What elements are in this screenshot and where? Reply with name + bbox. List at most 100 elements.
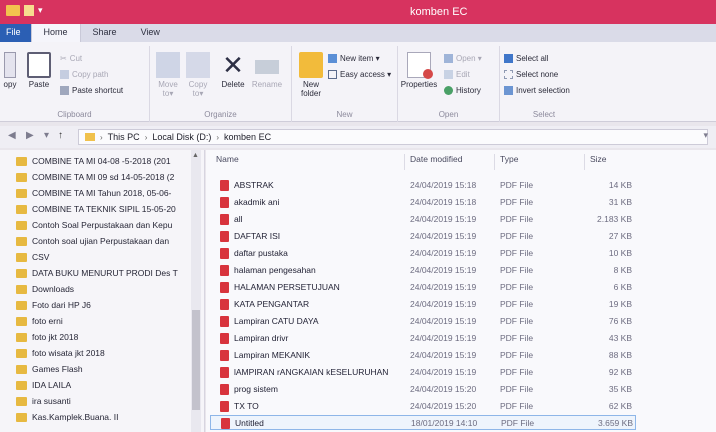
invert-selection-button[interactable]: Invert selection (504, 86, 570, 95)
column-divider[interactable] (584, 154, 585, 170)
copy-to-button[interactable]: Copy to▾ (184, 52, 212, 98)
new-folder-button[interactable]: New folder (296, 52, 326, 98)
file-type: PDF File (500, 367, 534, 377)
tab-view[interactable]: View (129, 24, 172, 42)
folder-icon (16, 204, 27, 214)
paste-shortcut-button[interactable]: Paste shortcut (60, 86, 123, 95)
breadcrumb-komben-ec[interactable]: komben EC (224, 132, 271, 142)
file-row[interactable]: TX TO 24/04/2019 15:20 PDF File 62 KB (210, 399, 636, 414)
new-item-button[interactable]: New item ▾ (328, 54, 380, 63)
address-bar[interactable]: › This PC › Local Disk (D:) › komben EC (78, 129, 708, 145)
file-row[interactable]: all 24/04/2019 15:19 PDF File 2.183 KB (210, 212, 636, 227)
file-name: Lampiran MEKANIK (234, 350, 311, 360)
copy-button[interactable]: opy (2, 52, 18, 89)
column-divider[interactable] (404, 154, 405, 170)
scrollbar-thumb[interactable] (192, 310, 200, 410)
nav-item[interactable]: IDA LAILA (16, 377, 71, 393)
chevron-up-icon[interactable]: ▲ (192, 152, 199, 159)
nav-item-label: foto jkt 2018 (32, 332, 79, 342)
nav-item[interactable]: ira susanti (16, 393, 71, 409)
nav-item[interactable]: foto erni (16, 313, 63, 329)
nav-item[interactable]: COMBINE TA MI 04-08 -5-2018 (201 (16, 153, 171, 169)
breadcrumb-this-pc[interactable]: This PC (108, 132, 140, 142)
folder-icon (85, 133, 95, 141)
file-date: 24/04/2019 15:19 (410, 316, 477, 326)
file-row[interactable]: ABSTRAK 24/04/2019 15:18 PDF File 14 KB (210, 178, 636, 193)
forward-icon[interactable]: ▶ (26, 130, 34, 141)
nav-item-label: CSV (32, 252, 50, 262)
nav-item[interactable]: Kas.Kamplek.Buana. II (16, 409, 118, 425)
nav-scrollbar[interactable]: ▲ (191, 150, 201, 432)
copy-icon (4, 52, 16, 78)
pdf-file-icon (220, 265, 229, 276)
organize-group: Move to▾ Copy to▾ ✕ Delete Rename Organi… (150, 46, 292, 122)
column-header-date[interactable]: Date modified (410, 154, 462, 172)
file-row[interactable]: HALAMAN PERSETUJUAN 24/04/2019 15:19 PDF F… (210, 280, 636, 295)
file-size: 35 KB (608, 384, 632, 394)
breadcrumb-local-disk[interactable]: Local Disk (D:) (152, 132, 211, 142)
nav-item[interactable]: COMBINE TA MI Tahun 2018, 05-06- (16, 185, 171, 201)
nav-item[interactable]: Contoh Soal Perpustakaan dan Kepu (16, 217, 172, 233)
column-divider[interactable] (494, 154, 495, 170)
cut-button[interactable]: ✂ Cut (60, 54, 82, 63)
column-header-size[interactable]: Size (590, 154, 607, 172)
properties-button[interactable]: Properties (400, 52, 438, 89)
nav-item[interactable]: CSV (16, 249, 49, 265)
back-icon[interactable]: ◀ (8, 130, 16, 141)
up-icon[interactable]: ↑ (58, 130, 63, 141)
file-row[interactable]: akadmik ani 24/04/2019 15:18 PDF File 31 KB (210, 195, 636, 210)
file-row[interactable]: DAFTAR ISI 24/04/2019 15:19 PDF File 27 KB (210, 229, 636, 244)
file-date: 24/04/2019 15:19 (410, 231, 477, 241)
file-row[interactable]: lAMPIRAN rANGKAIAN kESELURUHAN 24/04/2019… (210, 365, 636, 380)
easy-access-icon (328, 70, 337, 79)
delete-icon: ✕ (222, 50, 244, 80)
file-type: PDF File (500, 384, 534, 394)
rename-button[interactable]: Rename (250, 52, 284, 89)
file-date: 24/04/2019 15:18 (410, 180, 477, 190)
file-row[interactable]: Lampiran CATU DAYA 24/04/2019 15:19 PDF Fi… (210, 314, 636, 329)
nav-item[interactable]: foto wisata jkt 2018 (16, 345, 105, 361)
move-to-button[interactable]: Move to▾ (154, 52, 182, 98)
nav-item[interactable]: COMBINE TA TEKNIK SIPIL 15-05-20 (16, 201, 176, 217)
file-row[interactable]: Lampiran MEKANIK 24/04/2019 15:19 PDF File… (210, 348, 636, 363)
folder-icon[interactable] (6, 5, 20, 16)
folder-icon (16, 284, 27, 294)
nav-item[interactable]: foto jkt 2018 (16, 329, 78, 345)
file-row[interactable]: KATA PENGANTAR 24/04/2019 15:19 PDF File 19… (210, 297, 636, 312)
select-none-button[interactable]: Select none (504, 70, 558, 79)
edit-button[interactable]: Edit (444, 70, 470, 79)
properties-label: Properties (400, 80, 438, 89)
tab-share[interactable]: Share (81, 24, 129, 42)
nav-item[interactable]: Games Flash (16, 361, 83, 377)
nav-item[interactable]: Downloads (16, 281, 74, 297)
address-row: ◀ ▶ ▾ ↑ › This PC › Local Disk (D:) › ko… (0, 126, 716, 148)
chevron-down-icon[interactable]: ▾ (703, 130, 708, 141)
select-all-button[interactable]: Select all (504, 54, 548, 63)
file-type: PDF File (500, 333, 534, 343)
file-date: 24/04/2019 15:19 (410, 265, 477, 275)
open-button[interactable]: Open ▾ (444, 54, 482, 63)
paste-button[interactable]: Paste (24, 52, 54, 89)
delete-button[interactable]: ✕ Delete (218, 52, 248, 89)
column-header-type[interactable]: Type (500, 154, 518, 172)
file-row[interactable]: prog sistem 24/04/2019 15:20 PDF File 35 KB (210, 382, 636, 397)
file-row-selected[interactable]: Untitled 18/01/2019 14:10 PDF File 3.659 KB (210, 415, 636, 430)
properties-icon[interactable] (24, 5, 34, 16)
nav-item[interactable]: Foto dari HP J6 (16, 297, 91, 313)
easy-access-button[interactable]: Easy access ▾ (328, 70, 391, 79)
tab-file[interactable]: File (0, 24, 31, 42)
pdf-file-icon (220, 333, 229, 344)
history-button[interactable]: History (444, 86, 481, 95)
column-header-name[interactable]: Name (216, 154, 239, 172)
nav-item[interactable]: DATA BUKU MENURUT PRODI Des T (16, 265, 178, 281)
chevron-down-icon[interactable]: ▾ (44, 130, 49, 141)
tab-home[interactable]: Home (30, 24, 81, 42)
file-row[interactable]: daftar pustaka 24/04/2019 15:19 PDF File 10… (210, 246, 636, 261)
nav-item[interactable]: COMBINE TA MI 09 sd 14-05-2018 (2 (16, 169, 174, 185)
nav-item[interactable]: Contoh soal ujian Perpustakaan dan (16, 233, 169, 249)
copy-path-button[interactable]: Copy path (60, 70, 108, 79)
select-none-label: Select none (516, 70, 559, 79)
file-row[interactable]: halaman pengesahan 24/04/2019 15:19 PDF Fi… (210, 263, 636, 278)
chevron-down-icon[interactable]: ▾ (38, 5, 43, 16)
file-row[interactable]: Lampiran drivr 24/04/2019 15:19 PDF File 43… (210, 331, 636, 346)
